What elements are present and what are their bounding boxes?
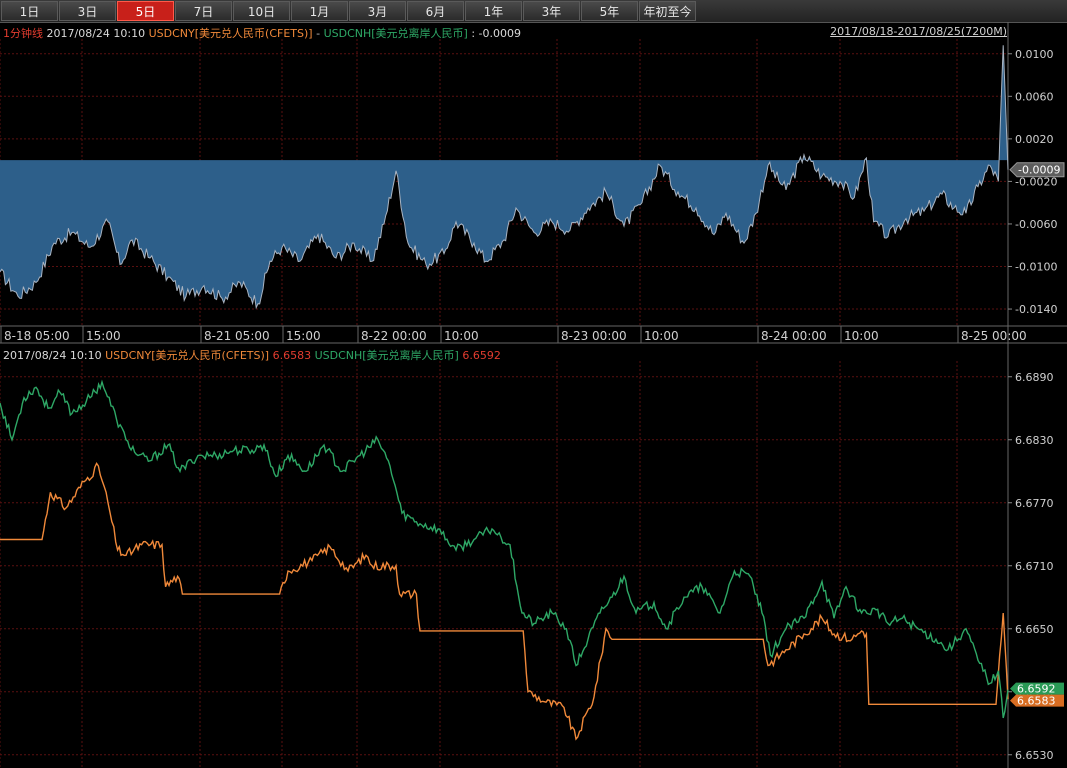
top-y-tick-label: 0.0100 — [1015, 48, 1054, 61]
bottom-y-tick-label: 6.6830 — [1015, 434, 1054, 447]
bottom-y-tick-label: 6.6890 — [1015, 371, 1054, 384]
top-y-tick-label: 0.0020 — [1015, 133, 1054, 146]
top-y-tick-label: -0.0140 — [1015, 303, 1057, 316]
spread-value-tag-label: -0.0009 — [1018, 164, 1060, 177]
bottom-y-tick-label: 6.6530 — [1015, 749, 1054, 762]
x-tick-label: 8-21 05:00 — [204, 329, 270, 343]
x-tick-label: 8-23 00:00 — [561, 329, 627, 343]
top-y-tick-label: -0.0100 — [1015, 260, 1057, 273]
x-tick-label: 8-18 05:00 — [4, 329, 70, 343]
cnh-line — [0, 379, 1009, 719]
x-tick-label: 15:00 — [86, 329, 121, 343]
top-y-tick-label: -0.0020 — [1015, 175, 1057, 188]
top-y-tick-label: -0.0060 — [1015, 218, 1057, 231]
bottom-y-tick-label: 6.6710 — [1015, 560, 1054, 573]
x-tick-label: 8-24 00:00 — [761, 329, 827, 343]
cny-value-tag-label: 6.6583 — [1017, 695, 1056, 708]
x-tick-label: 10:00 — [444, 329, 479, 343]
x-tick-label: 8-22 00:00 — [361, 329, 427, 343]
x-tick-label: 15:00 — [286, 329, 321, 343]
bottom-y-tick-label: 6.6770 — [1015, 497, 1054, 510]
cny-line — [0, 462, 1009, 741]
spread-area — [0, 45, 1008, 308]
top-y-tick-label: 0.0060 — [1015, 90, 1054, 103]
x-tick-label: 8-25 00:00 — [961, 329, 1027, 343]
fx-chart[interactable]: 8-18 05:00 15:00 8-21 05:00 15:00 8-22 00:00… — [0, 0, 1067, 768]
x-tick-label: 10:00 — [844, 329, 879, 343]
x-tick-label: 10:00 — [644, 329, 679, 343]
bottom-y-tick-label: 6.6650 — [1015, 623, 1054, 636]
